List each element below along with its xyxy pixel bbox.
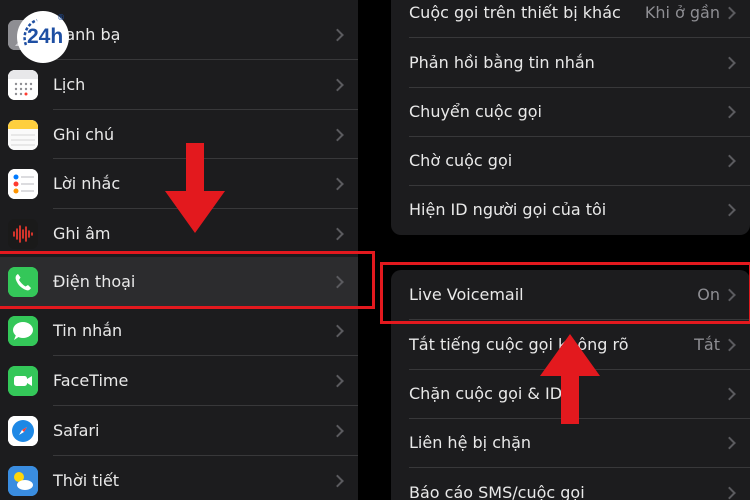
chevron-right-icon (331, 374, 344, 387)
chevron-right-icon (331, 177, 344, 190)
chevron-right-icon (723, 387, 736, 400)
chevron-right-icon (723, 436, 736, 449)
sidebar-item-label: Safari (53, 421, 100, 440)
setting-label: Chuyển cuộc gọi (409, 102, 542, 121)
phone-settings-pane: Cuộc gọi trên thiết bị khác Khi ở gần Ph… (391, 0, 750, 500)
highlight-phone-item (0, 251, 375, 309)
setting-call-forwarding[interactable]: Chuyển cuộc gọi (391, 87, 750, 136)
chevron-right-icon (331, 324, 344, 337)
setting-respond-with-text[interactable]: Phản hồi bằng tin nhắn (391, 38, 750, 87)
setting-show-caller-id[interactable]: Hiện ID người gọi của tôi (391, 185, 750, 234)
setting-label: Hiện ID người gọi của tôi (409, 200, 607, 219)
setting-label: Phản hồi bằng tin nhắn (409, 53, 595, 72)
weather-icon (8, 465, 38, 496)
chevron-right-icon (331, 424, 344, 437)
sidebar-item-messages[interactable]: Tin nhắn (0, 306, 358, 355)
chevron-right-icon (331, 128, 344, 141)
chevron-right-icon (723, 486, 736, 499)
safari-icon (8, 415, 38, 446)
chevron-right-icon (723, 105, 736, 118)
notes-icon (8, 119, 38, 150)
sidebar-item-label: Thời tiết (53, 471, 120, 490)
logo-registered-mark: ® (57, 13, 65, 22)
sidebar-item-label: Ghi chú (53, 125, 115, 144)
sidebar-item-label: FaceTime (53, 371, 129, 390)
chevron-right-icon (331, 227, 344, 240)
settings-app-list: Danh bạ Lịch Ghi chú Lời nhắc Ghi âm Điệ… (0, 0, 358, 500)
arrow-up-icon (540, 334, 600, 424)
setting-label: Chờ cuộc gọi (409, 151, 513, 170)
setting-value: Khi ở gần (644, 3, 720, 22)
chevron-right-icon (723, 154, 736, 167)
sidebar-item-label: Tin nhắn (53, 321, 123, 340)
messages-icon (8, 315, 38, 346)
voice-memos-icon (8, 218, 38, 249)
setting-call-waiting[interactable]: Chờ cuộc gọi (391, 136, 750, 185)
chevron-right-icon (331, 78, 344, 91)
setting-value: Tắt (694, 335, 720, 354)
chevron-right-icon (723, 203, 736, 216)
pane-divider (358, 0, 391, 500)
sidebar-item-label: Ghi âm (53, 224, 111, 243)
highlight-live-voicemail (380, 262, 750, 324)
setting-label: Báo cáo SMS/cuộc gọi (409, 483, 585, 500)
chevron-right-icon (723, 338, 736, 351)
sidebar-item-facetime[interactable]: FaceTime (0, 356, 358, 405)
reminders-icon (8, 168, 38, 199)
setting-sms-call-reporting[interactable]: Báo cáo SMS/cuộc gọi (391, 468, 750, 500)
setting-label: Liên hệ bị chặn (409, 433, 532, 452)
calendar-icon (8, 69, 38, 100)
chevron-right-icon (723, 56, 736, 69)
site-logo: 24h ® (17, 11, 69, 63)
logo-text: 24h (27, 25, 64, 48)
settings-group-calls: Cuộc gọi trên thiết bị khác Khi ở gần Ph… (391, 0, 750, 235)
arrow-down-icon (165, 143, 225, 233)
sidebar-item-calendar[interactable]: Lịch (0, 60, 358, 109)
chevron-right-icon (331, 474, 344, 487)
setting-label: Cuộc gọi trên thiết bị khác (409, 3, 621, 22)
sidebar-item-weather[interactable]: Thời tiết (0, 456, 358, 500)
facetime-icon (8, 365, 38, 396)
setting-blocked-contacts[interactable]: Liên hệ bị chặn (391, 418, 750, 467)
sidebar-item-safari[interactable]: Safari (0, 406, 358, 455)
chevron-right-icon (723, 6, 736, 19)
sidebar-item-label: Lời nhắc (53, 174, 121, 193)
setting-calls-other-devices[interactable]: Cuộc gọi trên thiết bị khác Khi ở gần (391, 0, 750, 37)
sidebar-item-label: Lịch (53, 75, 86, 94)
chevron-right-icon (331, 28, 344, 41)
